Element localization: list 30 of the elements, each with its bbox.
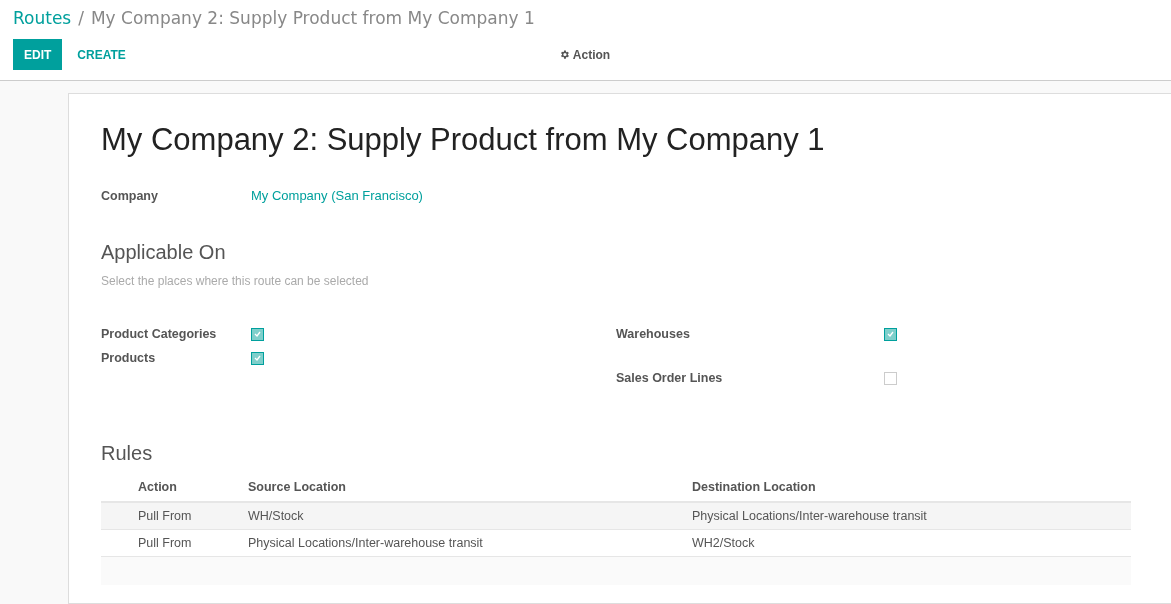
breadcrumb-link[interactable]: Routes bbox=[13, 8, 72, 28]
edit-button[interactable]: EDIT bbox=[13, 39, 63, 70]
create-button[interactable]: CREATE bbox=[66, 39, 137, 70]
field-label: Warehouses bbox=[616, 327, 691, 341]
check-icon bbox=[254, 331, 261, 337]
section-heading: Rules bbox=[101, 442, 154, 465]
gear-icon bbox=[558, 49, 570, 60]
checkbox[interactable] bbox=[884, 327, 897, 341]
breadcrumb-separator: / bbox=[78, 8, 84, 28]
field-label: Company bbox=[101, 188, 159, 203]
table-cell: Pull From bbox=[138, 529, 248, 557]
record-title: My Company 2: Supply Product from My Company 1 bbox=[101, 122, 826, 158]
checkbox[interactable] bbox=[884, 371, 897, 385]
table-cell: Physical Locations/Inter-warehouse transit bbox=[692, 502, 1131, 530]
field-label: Sales Order Lines bbox=[616, 371, 724, 385]
table-cell: WH/Stock bbox=[248, 502, 692, 530]
section-heading: Applicable On bbox=[101, 241, 227, 264]
table-cell: Pull From bbox=[138, 502, 248, 530]
check-icon bbox=[254, 355, 261, 361]
section-hint: Select the places where this route can be selected bbox=[101, 274, 370, 288]
field-label: Product Categories bbox=[101, 327, 218, 341]
field-label: Products bbox=[101, 351, 157, 365]
table-cell: Physical Locations/Inter-warehouse transit bbox=[248, 529, 692, 557]
company-link[interactable]: My Company (San Francisco) bbox=[251, 188, 423, 203]
action-menu-button[interactable]: Action bbox=[558, 47, 611, 62]
check-icon bbox=[887, 331, 894, 337]
checkbox[interactable] bbox=[251, 327, 264, 341]
table-cell: WH2/Stock bbox=[692, 529, 1131, 557]
checkbox[interactable] bbox=[251, 351, 264, 365]
breadcrumb-current: My Company 2: Supply Product from My Company 1 bbox=[90, 8, 535, 28]
